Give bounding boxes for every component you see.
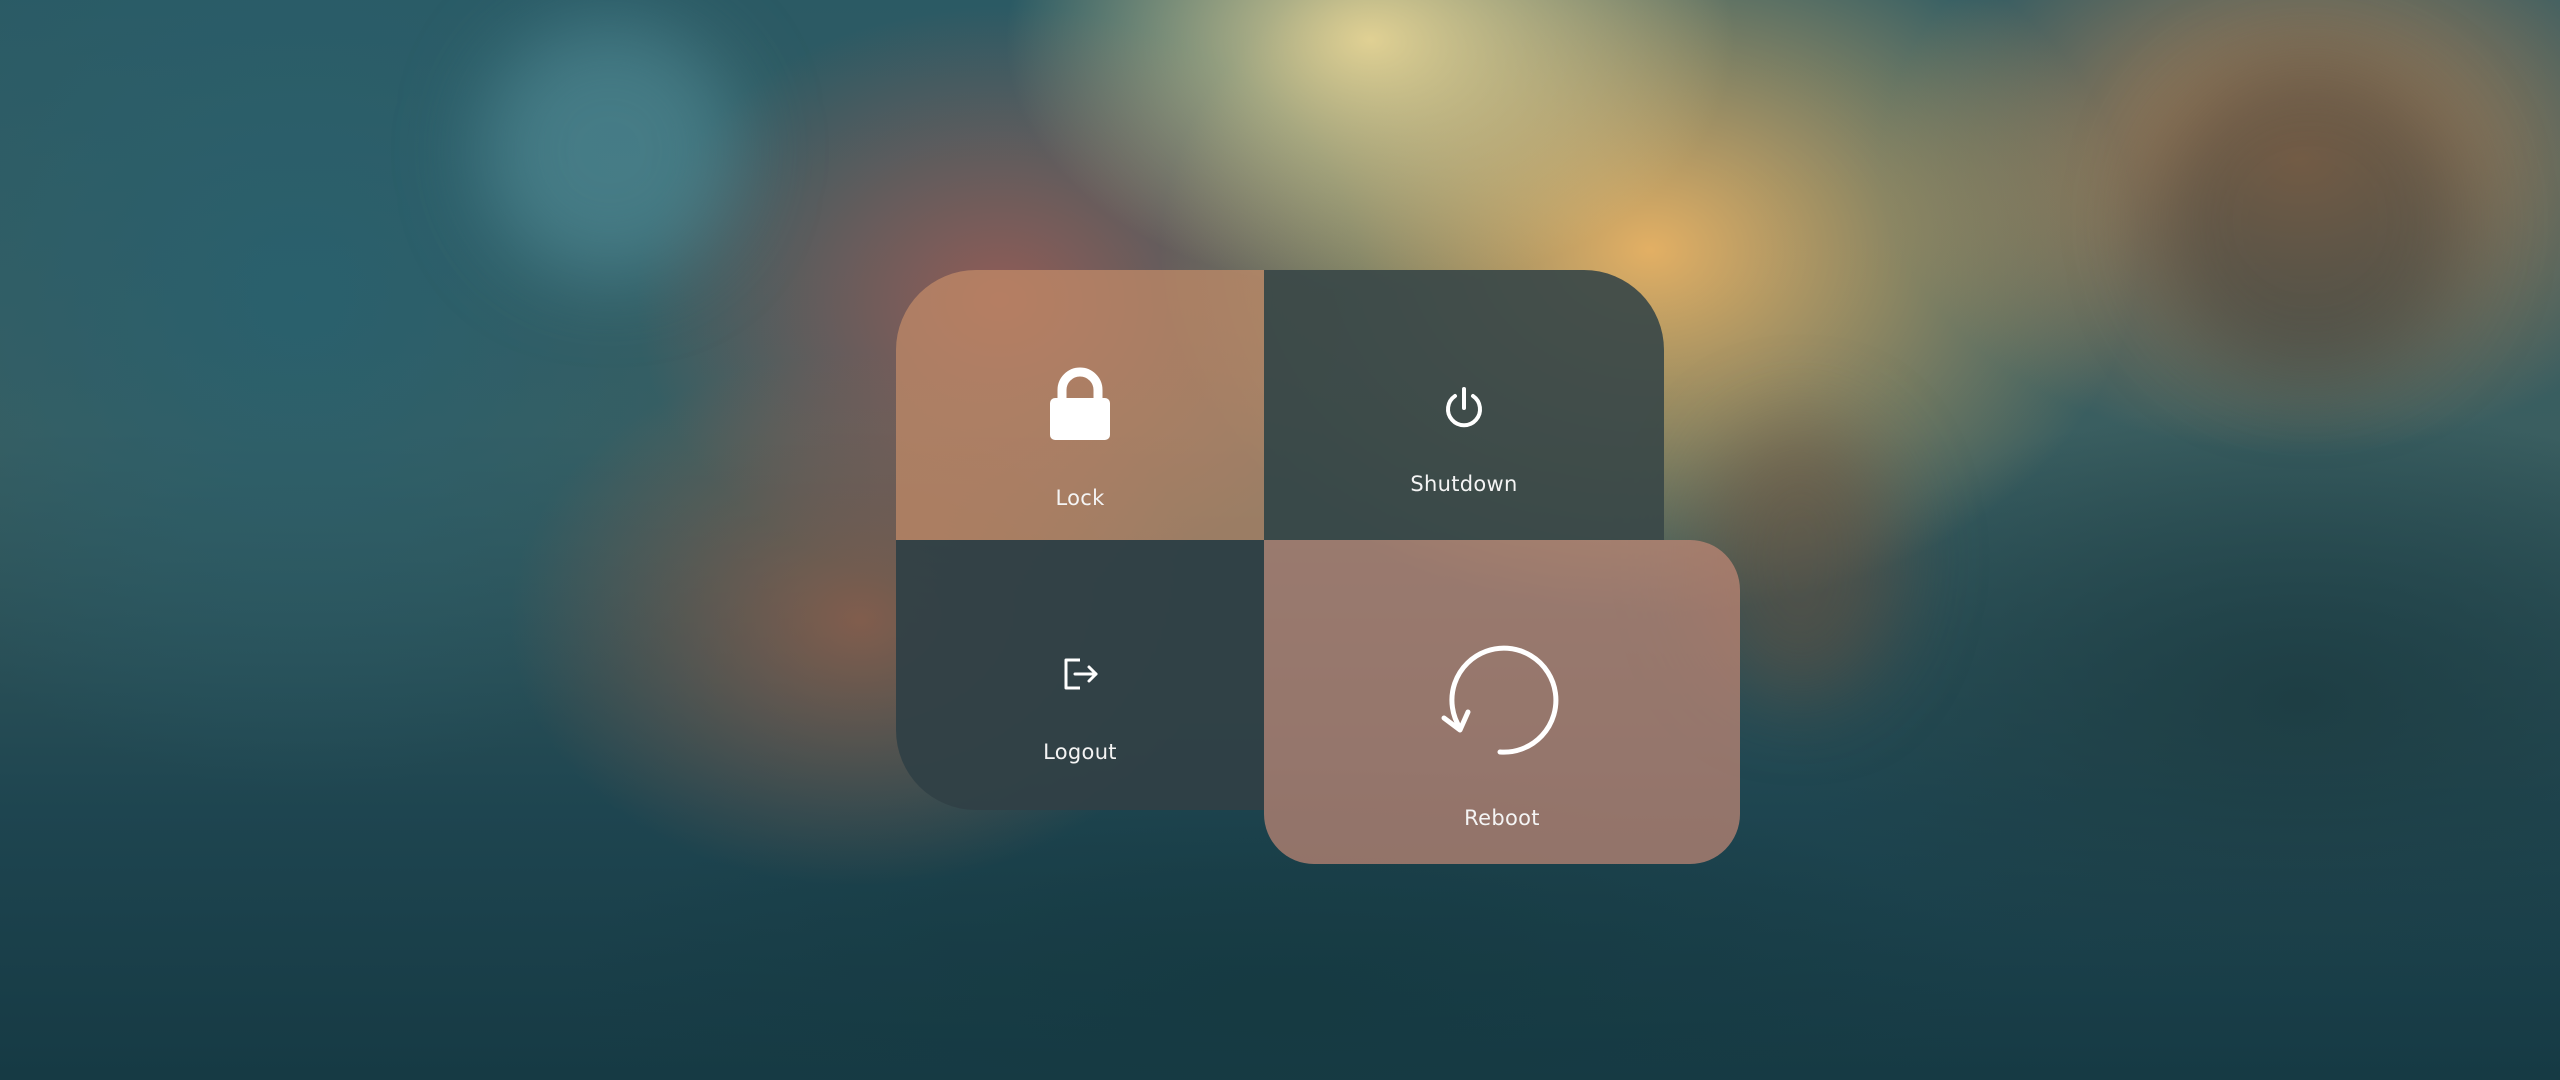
power-menu: Lock Shutdown Logout Reboot — [0, 0, 2560, 1080]
reboot-button[interactable]: Reboot — [1264, 540, 1740, 864]
lock-label: Lock — [1055, 486, 1105, 510]
power-icon — [1446, 387, 1482, 428]
logout-label: Logout — [1043, 740, 1117, 764]
lock-button[interactable]: Lock — [896, 270, 1264, 540]
reboot-label: Reboot — [1464, 806, 1540, 830]
shutdown-label: Shutdown — [1410, 472, 1518, 496]
shutdown-button[interactable]: Shutdown — [1264, 270, 1664, 540]
logout-button[interactable]: Logout — [896, 540, 1264, 810]
reboot-icon — [1441, 645, 1559, 755]
logout-icon — [1064, 658, 1098, 690]
lock-icon — [1050, 367, 1110, 440]
